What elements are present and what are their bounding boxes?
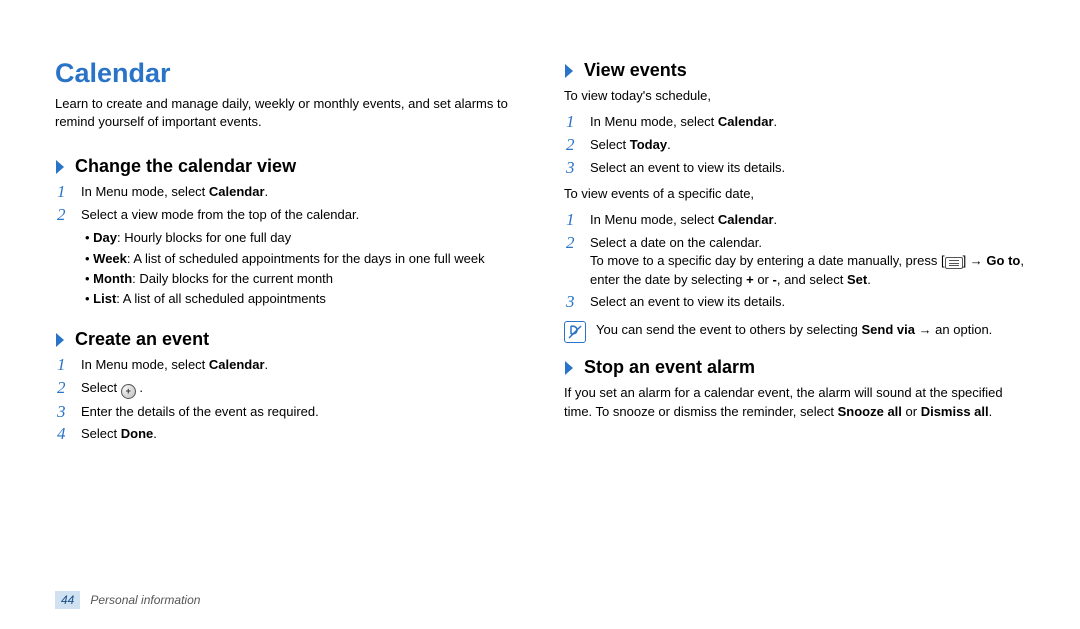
step-row: 2 Select a date on the calendar. To move…: [566, 234, 1025, 289]
heading-stop-alarm: Stop an event alarm: [584, 357, 755, 378]
step-text: Enter the details of the event as requir…: [81, 403, 319, 421]
view-mode-bullets: Day: Hourly blocks for one full day Week…: [85, 228, 516, 309]
page-title: Calendar: [55, 58, 516, 89]
step-row: 2 Select + .: [57, 379, 516, 399]
step-number: 4: [57, 425, 71, 444]
step-text: Select + .: [81, 379, 143, 399]
right-column: View events To view today's schedule, 1 …: [564, 58, 1025, 448]
page-root: Calendar Learn to create and manage dail…: [0, 0, 1080, 629]
section-heading-stop-alarm: Stop an event alarm: [564, 357, 1025, 378]
step-number: 3: [57, 403, 71, 422]
step-row: 1 In Menu mode, select Calendar.: [566, 211, 1025, 230]
chevron-icon: [564, 63, 576, 79]
step-row: 3 Enter the details of the event as requ…: [57, 403, 516, 422]
chevron-icon: [55, 332, 67, 348]
step-row: 3 Select an event to view its details.: [566, 159, 1025, 178]
list-item: Week: A list of scheduled appointments f…: [85, 249, 516, 269]
intro-text: Learn to create and manage daily, weekly…: [55, 95, 516, 130]
desc-specific-date: To view events of a specific date,: [564, 185, 1025, 203]
step-number: 1: [57, 356, 71, 375]
step-row: 4 Select Done.: [57, 425, 516, 444]
step-text: Select an event to view its details.: [590, 293, 785, 311]
stop-alarm-desc: If you set an alarm for a calendar event…: [564, 384, 1025, 420]
heading-view-events: View events: [584, 60, 687, 81]
step-row: 3 Select an event to view its details.: [566, 293, 1025, 312]
two-column-layout: Calendar Learn to create and manage dail…: [55, 58, 1025, 448]
desc-today: To view today's schedule,: [564, 87, 1025, 105]
step-number: 3: [566, 293, 580, 312]
step-number: 1: [57, 183, 71, 202]
section-heading-create-event: Create an event: [55, 329, 516, 350]
note-icon: [564, 321, 586, 343]
page-number: 44: [55, 591, 80, 609]
add-icon: +: [121, 384, 136, 399]
step-text: Select a view mode from the top of the c…: [81, 206, 359, 224]
step-number: 2: [566, 234, 580, 253]
step-number: 2: [57, 379, 71, 398]
step-row: 1 In Menu mode, select Calendar.: [566, 113, 1025, 132]
step-text: Select Done.: [81, 425, 157, 443]
list-item: Month: Daily blocks for the current mont…: [85, 269, 516, 289]
heading-create-event: Create an event: [75, 329, 209, 350]
note-text: You can send the event to others by sele…: [596, 321, 992, 339]
step-number: 1: [566, 211, 580, 230]
step-text: In Menu mode, select Calendar.: [590, 211, 777, 229]
note-callout: You can send the event to others by sele…: [564, 321, 1025, 343]
step-number: 2: [566, 136, 580, 155]
step-number: 2: [57, 206, 71, 225]
step-text: Select an event to view its details.: [590, 159, 785, 177]
step-number: 1: [566, 113, 580, 132]
step-row: 2 Select a view mode from the top of the…: [57, 206, 516, 225]
step-row: 1 In Menu mode, select Calendar.: [57, 183, 516, 202]
list-item: List: A list of all scheduled appointmen…: [85, 289, 516, 309]
list-item: Day: Hourly blocks for one full day: [85, 228, 516, 248]
step-text: Select a date on the calendar. To move t…: [590, 234, 1025, 289]
chevron-icon: [564, 360, 576, 376]
footer-section-label: Personal information: [90, 593, 200, 607]
chevron-icon: [55, 159, 67, 175]
step-text: In Menu mode, select Calendar.: [590, 113, 777, 131]
menu-key-icon: [945, 257, 963, 269]
step-text: Select Today.: [590, 136, 671, 154]
step-number: 3: [566, 159, 580, 178]
step-text: In Menu mode, select Calendar.: [81, 183, 268, 201]
step-text: In Menu mode, select Calendar.: [81, 356, 268, 374]
step-row: 2 Select Today.: [566, 136, 1025, 155]
step-row: 1 In Menu mode, select Calendar.: [57, 356, 516, 375]
left-column: Calendar Learn to create and manage dail…: [55, 58, 516, 448]
heading-change-view: Change the calendar view: [75, 156, 296, 177]
page-footer: 44 Personal information: [55, 591, 200, 609]
section-heading-view-events: View events: [564, 60, 1025, 81]
section-heading-change-view: Change the calendar view: [55, 156, 516, 177]
